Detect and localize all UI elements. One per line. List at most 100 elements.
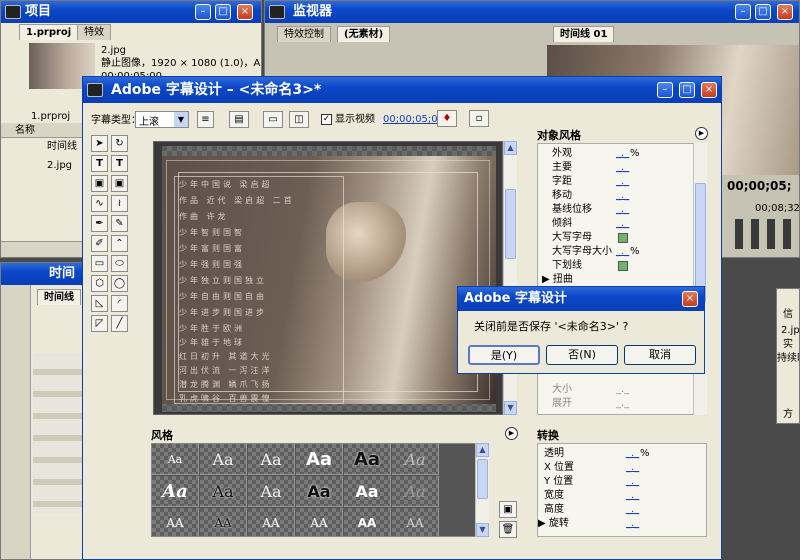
underline-checkbox[interactable] xyxy=(618,261,628,271)
titler-maximize-button[interactable]: □ xyxy=(679,82,695,98)
dialog-titlebar[interactable]: Adobe 字幕设计 xyxy=(458,287,704,311)
project-item-sequence[interactable]: 时间线 xyxy=(47,139,77,154)
delete-anchor-tool-icon[interactable]: ✐ xyxy=(91,235,108,252)
prop-distort[interactable]: ▶ 扭曲 xyxy=(542,272,573,287)
titler-titlebar[interactable]: Adobe 字幕设计 – <未命名3>* xyxy=(83,77,721,103)
tab-project[interactable]: 1.prproj xyxy=(19,24,79,40)
safe-area-icon[interactable]: ▫ xyxy=(469,110,489,127)
area-type-tool-icon[interactable]: ▣ xyxy=(91,175,108,192)
rectangle-tool-icon[interactable]: ▭ xyxy=(91,255,108,272)
prop-opacity-value[interactable]: _._ xyxy=(626,446,639,461)
monitor-minimize-button[interactable]: – xyxy=(735,4,751,20)
transport-controls[interactable] xyxy=(735,219,799,249)
pen-tool-icon[interactable]: ✒ xyxy=(91,215,108,232)
timeline-titlebar[interactable]: 时间 xyxy=(1,263,89,285)
style-swatch[interactable]: Aa xyxy=(248,444,295,475)
scroll-up-icon[interactable]: ▲ xyxy=(504,141,517,155)
scroll-thumb[interactable] xyxy=(505,189,516,259)
ellipse-tool-icon[interactable]: ◯ xyxy=(111,275,128,292)
column-header-name[interactable]: 名称 xyxy=(15,123,35,138)
yes-button[interactable]: 是(Y) xyxy=(468,345,540,365)
prop-caps-size-value[interactable]: _._ xyxy=(616,244,629,259)
style-swatch[interactable]: Aa xyxy=(200,444,247,475)
prop-rotation[interactable]: ▶ 旋转 xyxy=(538,516,569,531)
prop-baseline-value[interactable]: _._ xyxy=(616,202,629,217)
arc-tool-icon[interactable]: ◜ xyxy=(111,295,128,312)
dialog-close-button[interactable]: × xyxy=(682,291,698,307)
clipped-corner-tool-icon[interactable]: ⬡ xyxy=(91,275,108,292)
style-swatch[interactable]: Aa xyxy=(152,444,199,475)
titler-minimize-button[interactable]: – xyxy=(657,82,673,98)
rotation-tool-icon[interactable]: ↻ xyxy=(111,135,128,152)
prop-main-value[interactable]: _._ xyxy=(616,160,629,175)
triangle-tool-icon[interactable]: ◸ xyxy=(91,315,108,332)
style-swatch[interactable]: Aa xyxy=(392,476,439,507)
style-swatch[interactable]: Aa xyxy=(296,476,343,507)
delete-style-icon[interactable]: 🗑 xyxy=(499,521,517,538)
style-swatch[interactable]: AA xyxy=(248,508,295,536)
path-type-tool-icon[interactable]: ∿ xyxy=(91,195,108,212)
prop-height-value[interactable]: _._ xyxy=(626,502,639,517)
tab-timeline-01[interactable]: 时间线 01 xyxy=(553,26,615,42)
style-swatch[interactable]: AA xyxy=(296,508,343,536)
styles-scroll-down-icon[interactable]: ▼ xyxy=(476,523,489,537)
vertical-area-type-tool-icon[interactable]: ▣ xyxy=(111,175,128,192)
vertical-type-tool-icon[interactable]: T xyxy=(111,155,128,172)
tab-stops-icon[interactable]: ≡ xyxy=(197,111,214,128)
titler-timecode[interactable]: 00;00;05;01 xyxy=(383,112,444,127)
titler-close-button[interactable]: × xyxy=(701,82,717,98)
wedge-tool-icon[interactable]: ◺ xyxy=(91,295,108,312)
rounded-rect-tool-icon[interactable]: ⬭ xyxy=(111,255,128,272)
style-swatch[interactable]: Aa xyxy=(344,476,391,507)
tab-no-clip[interactable]: (无素材) xyxy=(337,26,391,42)
close-button[interactable]: × xyxy=(237,4,253,20)
monitor-titlebar[interactable]: 监视器 xyxy=(265,1,799,23)
style-swatch[interactable]: Aa xyxy=(152,476,199,507)
tab-effect-controls[interactable]: 特效控制 xyxy=(277,26,331,42)
prop-y-position-value[interactable]: _._ xyxy=(626,474,639,489)
prop-width-value[interactable]: _._ xyxy=(626,488,639,503)
styles-scroll-thumb[interactable] xyxy=(477,459,488,499)
selection-tool-icon[interactable]: ➤ xyxy=(91,135,108,152)
no-button[interactable]: 否(N) xyxy=(546,345,618,365)
styles-menu-icon[interactable]: ▶ xyxy=(505,427,518,440)
text-box[interactable]: 少年中国说 梁启超 作品 近代 梁启超 二首 作曲 许龙 少年智则国智 少年富则… xyxy=(174,176,344,404)
title-canvas[interactable]: 少年中国说 梁启超 作品 近代 梁启超 二首 作曲 许龙 少年智则国智 少年富则… xyxy=(153,141,503,415)
add-anchor-tool-icon[interactable]: ✎ xyxy=(111,215,128,232)
prop-appearance-value[interactable]: _._ xyxy=(616,146,629,161)
cancel-button[interactable]: 取消 xyxy=(624,345,696,365)
style-swatch[interactable]: AA xyxy=(152,508,199,536)
new-title-icon[interactable]: ◫ xyxy=(289,111,309,128)
minimize-button[interactable]: – xyxy=(195,4,211,20)
style-swatch[interactable]: Aa xyxy=(200,476,247,507)
roll-crawl-icon[interactable]: ▭ xyxy=(263,111,283,128)
vertical-path-type-tool-icon[interactable]: ≀ xyxy=(111,195,128,212)
maximize-button[interactable]: □ xyxy=(215,4,231,20)
program-timecode[interactable]: 00;00;05; xyxy=(727,179,792,194)
monitor-maximize-button[interactable]: □ xyxy=(755,4,771,20)
line-tool-icon[interactable]: ╱ xyxy=(111,315,128,332)
type-tool-icon[interactable]: T xyxy=(91,155,108,172)
pin-icon[interactable]: ♦ xyxy=(437,110,457,127)
monitor-close-button[interactable]: × xyxy=(777,4,793,20)
panel-menu-icon[interactable]: ▶ xyxy=(695,127,708,140)
prop-slant-value[interactable]: _._ xyxy=(616,216,629,231)
prop-rotation-value[interactable]: _._ xyxy=(626,516,639,531)
prop-tracking-value[interactable]: _._ xyxy=(616,174,629,189)
new-style-icon[interactable]: ▣ xyxy=(499,501,517,518)
prop-move-value[interactable]: _._ xyxy=(616,188,629,203)
styles-scroll-up-icon[interactable]: ▲ xyxy=(476,443,489,457)
tab-effects[interactable]: 特效 xyxy=(77,24,111,40)
style-swatch[interactable]: AA xyxy=(200,508,247,536)
templates-icon[interactable]: ▤ xyxy=(229,111,249,128)
style-swatch[interactable]: Aa xyxy=(296,444,343,475)
project-item-image[interactable]: 2.jpg xyxy=(47,158,72,173)
style-swatch[interactable]: AA xyxy=(392,508,439,536)
object-style-scroll-thumb[interactable] xyxy=(695,183,706,303)
caps-checkbox[interactable] xyxy=(618,233,628,243)
object-style-scrollbar[interactable] xyxy=(693,143,707,415)
title-type-select[interactable]: 上滚 ▼ xyxy=(135,111,189,128)
tab-timeline[interactable]: 时间线 xyxy=(37,289,81,305)
style-swatch[interactable]: AA xyxy=(344,508,391,536)
show-video-checkbox[interactable]: ✓ xyxy=(321,114,332,125)
